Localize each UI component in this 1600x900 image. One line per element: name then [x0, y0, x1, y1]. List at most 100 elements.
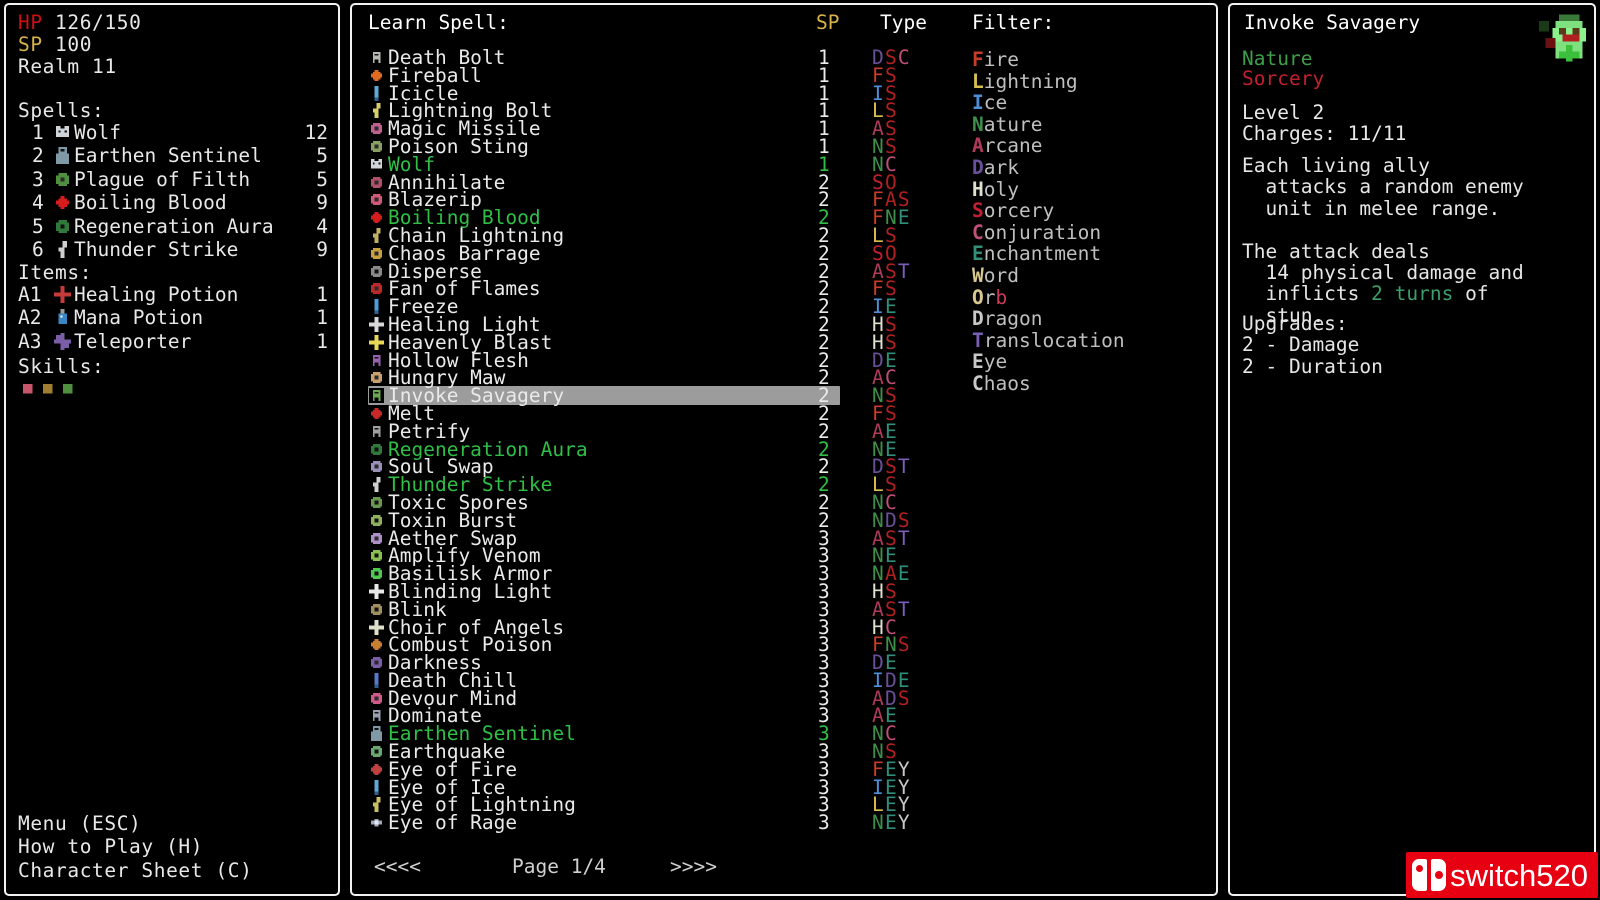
known-spells-list: 1 Wolf 12 2 Earthen Sentinel 5 3 Plague of Filt… [18, 121, 330, 261]
page-indicator: Page 1/4 [512, 855, 606, 878]
fireball-icon [369, 67, 384, 83]
known-spell-row[interactable]: 1 Wolf 12 [18, 121, 330, 144]
filter-option[interactable]: Word [972, 265, 1202, 287]
spell-list-row[interactable]: Blinding Light 3 HS [352, 582, 1216, 601]
skills-heading: Skills: [18, 355, 105, 378]
filter-key: H [972, 177, 984, 201]
skills-icon-row [18, 379, 77, 398]
type-column-header: Type [880, 11, 927, 34]
known-spell-row[interactable]: 2 Earthen Sentinel 5 [18, 144, 330, 167]
known-spell-row[interactable]: 6 Thunder Strike 9 [18, 238, 330, 261]
filter-option[interactable]: Fire [972, 49, 1202, 71]
item-slot: A1 [18, 283, 42, 306]
spell-sp-cost: 3 [818, 811, 830, 835]
filter-option[interactable]: Dragon [972, 308, 1202, 330]
filter-option[interactable]: Chaos [972, 373, 1202, 395]
known-spell-row[interactable]: 5 Regeneration Aura 4 [18, 215, 330, 238]
known-spell-row[interactable]: 3 Plague of Filth 5 [18, 168, 330, 191]
lightning-icon [369, 103, 384, 119]
heal-icon [369, 316, 384, 332]
hp-stat: HP 126/150 [18, 11, 141, 34]
filter-option[interactable]: Eye [972, 351, 1202, 373]
hollow-icon [369, 352, 384, 368]
filter-option[interactable]: Nature [972, 112, 1202, 136]
item-count: 1 [316, 283, 328, 306]
item-row[interactable]: A1 Healing Potion 1 [18, 283, 330, 306]
filter-key: D [972, 155, 984, 179]
character-panel: HP 126/150 SP 100 Realm 11 Spells: 1 Wolf… [4, 3, 340, 896]
filter-option[interactable]: Ice [972, 92, 1202, 114]
spells-heading: Spells: [18, 99, 105, 122]
sentinel-icon [54, 147, 71, 165]
filter-list: Fire Lightning Ice Nature Arcane Dark Holy Sorc… [972, 49, 1202, 395]
deathchill-icon [369, 672, 384, 688]
item-count: 1 [316, 329, 328, 353]
goblin-sprite [1532, 11, 1586, 65]
description-line [1242, 219, 1588, 240]
wolf-icon [54, 124, 71, 141]
spell-list-row[interactable]: Eye of Rage 3 NEY [352, 811, 1216, 835]
filter-option[interactable]: Arcane [972, 135, 1202, 157]
type-letter: S [897, 686, 911, 710]
filter-key: C [972, 220, 984, 244]
filter-label: ord [983, 263, 1019, 287]
melt-icon [369, 405, 384, 421]
watermark-text: switch520 [1450, 857, 1588, 893]
type-letter: E [897, 562, 911, 586]
filter-key: W [972, 263, 984, 287]
type-letter: T [897, 259, 911, 283]
wolf-icon [369, 156, 384, 172]
maw-icon [369, 370, 384, 386]
filter-option[interactable]: Dark [972, 157, 1202, 179]
blood-icon [369, 210, 384, 226]
sp-label: SP [18, 33, 43, 56]
filter-option[interactable]: Lightning [972, 70, 1202, 93]
description-line: inflicts 2 turns of [1242, 282, 1489, 306]
chaos-icon [369, 245, 384, 261]
filter-label: r [983, 285, 996, 309]
filter-option[interactable]: Enchantment [972, 243, 1202, 265]
type-letter: T [897, 597, 911, 621]
filter-option[interactable]: Conjuration [972, 220, 1202, 244]
filter-label: rcane [983, 134, 1043, 158]
regen-icon [54, 217, 71, 235]
filter-key: F [972, 48, 984, 71]
detail-level: Level 2 [1242, 101, 1325, 124]
next-page-button[interactable]: >>>> [670, 854, 717, 880]
soulswap-icon [369, 459, 384, 475]
prev-page-button[interactable]: <<<< [374, 854, 421, 880]
item-row[interactable]: A3 Teleporter 1 [18, 330, 330, 353]
detail-spell-name: Invoke Savagery [1244, 11, 1421, 34]
description-line: attacks a random enemy [1242, 175, 1524, 199]
footer-menu-item[interactable]: How to Play (H) [18, 835, 252, 858]
filter-label: oly [983, 177, 1019, 201]
filter-option[interactable]: Sorcery [972, 200, 1202, 222]
known-spell-row[interactable]: 4 Boiling Blood 9 [18, 191, 330, 214]
detail-upgrades: Upgrades: 2 - Damage 2 - Duration [1242, 313, 1383, 378]
savagery-icon [369, 388, 384, 404]
blood-icon [54, 194, 71, 212]
filter-key: C [972, 371, 984, 395]
spell-list-row[interactable]: Melt 2 FS [352, 404, 1216, 423]
known-spell-index: 6 [32, 237, 44, 261]
footer-menu-item[interactable]: Menu (ESC) [18, 812, 252, 835]
filter-label-tail: b [995, 285, 1008, 309]
upgrade-row[interactable]: 2 - Damage [1242, 334, 1383, 356]
footer-menu-item[interactable]: Character Sheet (C) [18, 859, 252, 882]
mana-potion-icon [54, 309, 71, 327]
type-letter: T [897, 526, 911, 550]
filter-option[interactable]: Holy [972, 177, 1202, 201]
healing-potion-icon [54, 286, 71, 303]
fan-icon [369, 281, 384, 297]
petrify-icon [369, 423, 384, 439]
upgrade-row[interactable]: 2 - Duration [1242, 355, 1383, 377]
filter-label: ature [983, 112, 1043, 136]
disperse-icon [369, 263, 384, 279]
item-row[interactable]: A2 Mana Potion 1 [18, 306, 330, 329]
type-letter: N [872, 811, 885, 835]
known-spell-index: 5 [32, 214, 44, 238]
filter-option[interactable]: Orb [972, 285, 1202, 309]
filter-option[interactable]: Translocation [972, 329, 1202, 352]
detail-school-secondary: Sorcery [1242, 67, 1325, 90]
known-spell-index: 4 [32, 191, 44, 215]
